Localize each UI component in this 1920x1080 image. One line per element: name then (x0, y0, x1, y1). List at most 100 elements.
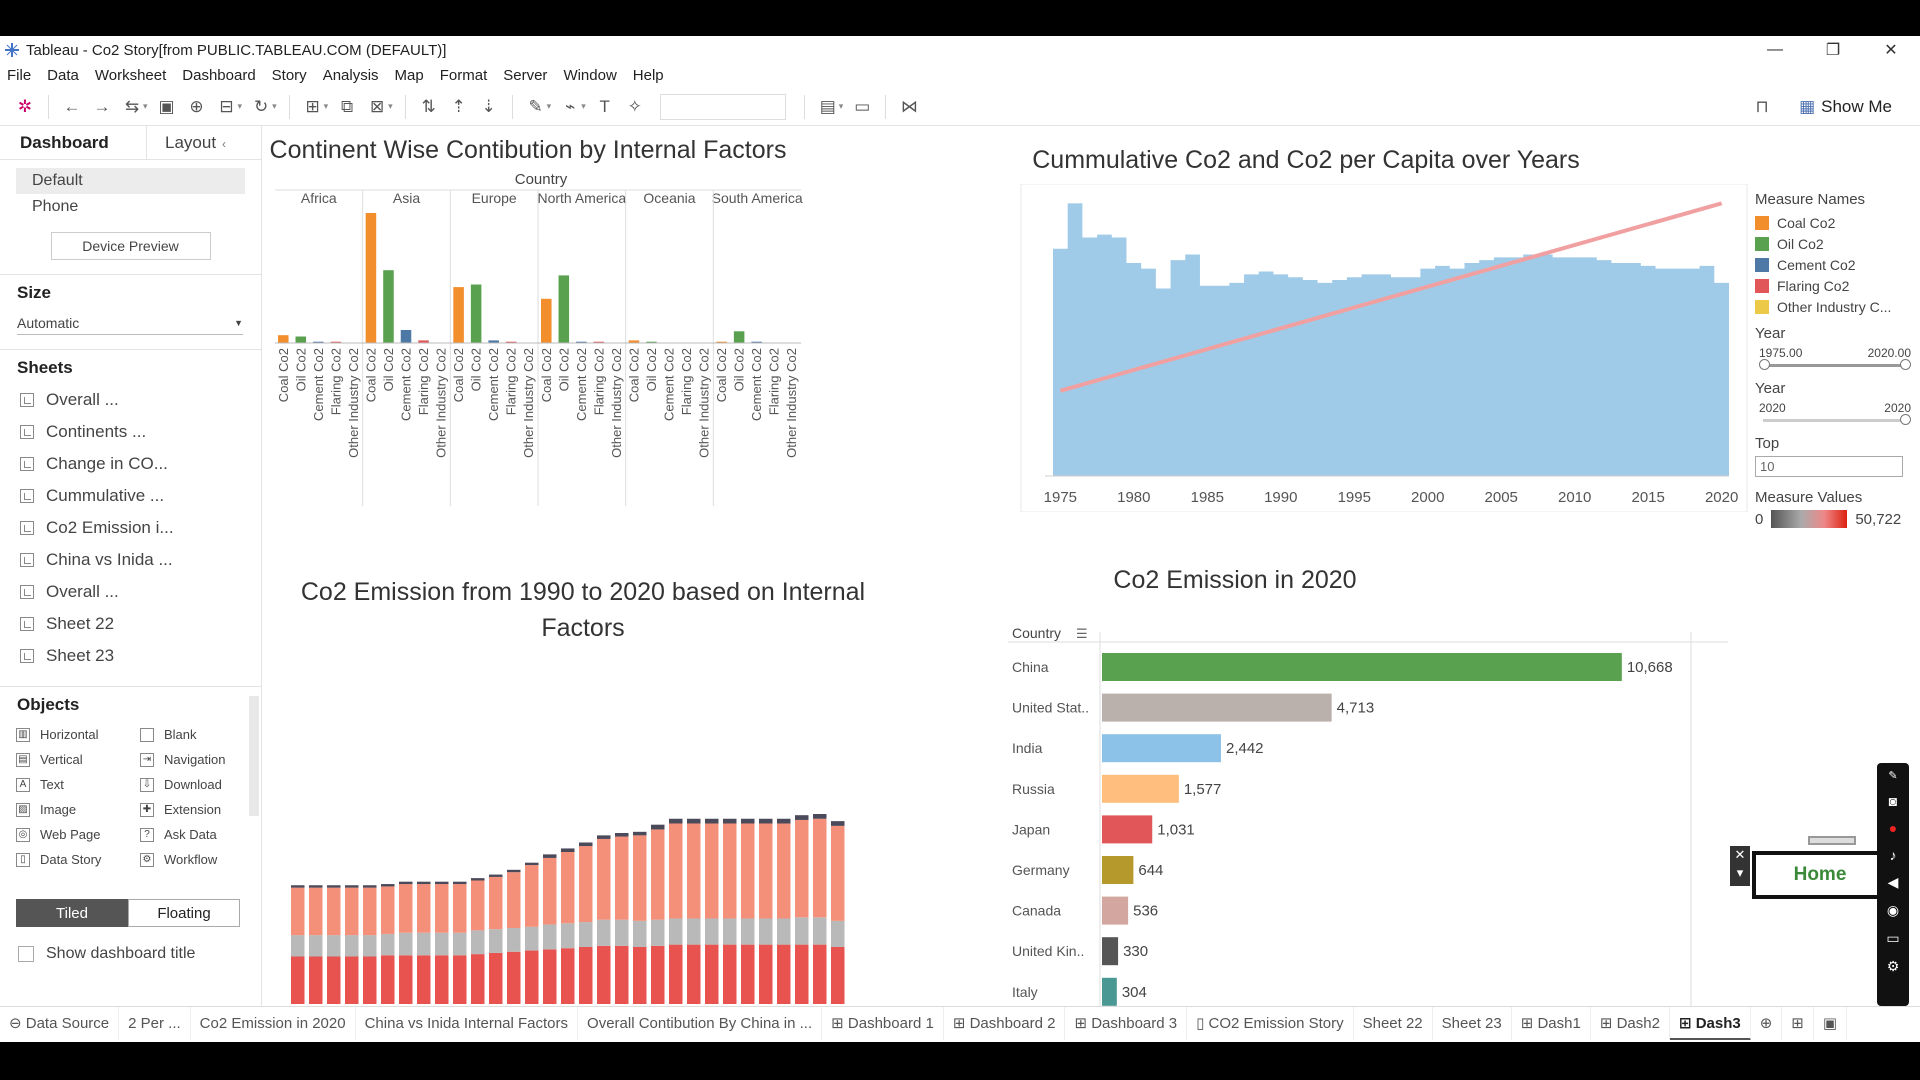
stacked-bar-segment[interactable] (417, 881, 431, 885)
stacked-bar-segment[interactable] (525, 865, 539, 927)
object-extension[interactable]: ✚ Extension (140, 800, 260, 819)
sheet-item[interactable]: Sheet 22 (0, 608, 261, 640)
country-bar[interactable] (1102, 734, 1221, 763)
stacked-bar-segment[interactable] (381, 886, 395, 934)
stacked-bar-segment[interactable] (741, 918, 755, 945)
stacked-bar-segment[interactable] (759, 918, 773, 945)
stacked-bar-segment[interactable] (561, 948, 575, 1004)
stacked-bar-segment[interactable] (579, 947, 593, 1004)
stacked-bar-segment[interactable] (615, 945, 629, 1004)
floating-button[interactable]: Floating (128, 899, 240, 927)
year-range-slider[interactable] (1755, 346, 1915, 374)
stacked-bar-segment[interactable] (417, 955, 431, 1004)
stacked-bar-segment[interactable] (651, 919, 665, 946)
pin-icon[interactable]: ✧ (620, 94, 650, 120)
bar[interactable] (733, 331, 745, 343)
stacked-bar-segment[interactable] (705, 944, 719, 1004)
stacked-bar-segment[interactable] (669, 918, 683, 945)
stacked-bar-segment[interactable] (291, 956, 305, 1005)
object-text[interactable]: A Text (16, 775, 140, 794)
country-bar[interactable] (1102, 693, 1332, 722)
stacked-bar-segment[interactable] (759, 944, 773, 1004)
menu-format[interactable]: Format (433, 67, 497, 84)
presentation-mode-icon[interactable]: ▭ (847, 94, 877, 120)
sheet-item[interactable]: China vs Inida ... (0, 544, 261, 576)
menu-worksheet[interactable]: Worksheet (88, 67, 175, 84)
stacked-bar-segment[interactable] (633, 835, 647, 921)
menu-file[interactable]: File (0, 67, 40, 84)
sheet-tab[interactable]: ⊞ Dash1 (1512, 1007, 1591, 1040)
stacked-bar-segment[interactable] (327, 935, 341, 957)
window-icon[interactable]: ▭ (1886, 930, 1899, 947)
legend-item[interactable]: Cement Co2 (1755, 254, 1915, 275)
record-icon[interactable]: ● (1889, 820, 1897, 836)
slider-handle-max[interactable] (1900, 359, 1911, 370)
menu-help[interactable]: Help (626, 67, 673, 84)
sheet-tab[interactable]: ⊞ Dash3 (1669, 1007, 1751, 1040)
stacked-bar-segment[interactable] (471, 878, 485, 881)
share-icon[interactable]: ⋈ (894, 94, 924, 120)
stacked-bar-segment[interactable] (543, 857, 557, 925)
top-input[interactable]: 10 (1755, 456, 1903, 477)
stacked-bar-segment[interactable] (309, 956, 323, 1005)
country-bar[interactable] (1102, 856, 1134, 884)
stacked-bar-segment[interactable] (813, 818, 827, 918)
swap-icon[interactable]: ⇅ (414, 94, 444, 120)
stacked-bar-segment[interactable] (507, 869, 521, 873)
sheet-item[interactable]: Co2 Emission i... (0, 512, 261, 544)
sheet-tab[interactable]: ⊖ Data Source (0, 1007, 120, 1040)
legend-item[interactable]: Coal Co2 (1755, 212, 1915, 233)
bar[interactable] (278, 335, 289, 343)
show-labels-icon[interactable]: T (590, 94, 620, 120)
stacked-bar-segment[interactable] (741, 823, 755, 919)
tiled-button[interactable]: Tiled (16, 899, 128, 927)
stacked-bar-chart[interactable]: 1990199219941996199820002002200420062008… (271, 736, 861, 1038)
country-bar[interactable] (1102, 815, 1153, 844)
menu-server[interactable]: Server (496, 67, 556, 84)
menu-dashboard[interactable]: Dashboard (175, 67, 264, 84)
stacked-bar-segment[interactable] (687, 818, 701, 824)
stacked-bar-segment[interactable] (795, 815, 809, 820)
legend-item[interactable]: Other Industry C... (1755, 296, 1915, 317)
menu-story[interactable]: Story (265, 67, 316, 84)
stacked-bar-segment[interactable] (669, 818, 683, 824)
device-phone[interactable]: Phone (16, 194, 245, 220)
stacked-bar-segment[interactable] (417, 884, 431, 933)
sheet-item[interactable]: Change in CO... (0, 448, 261, 480)
bar[interactable] (558, 275, 570, 343)
stacked-bar-segment[interactable] (453, 884, 467, 933)
stacked-bar-segment[interactable] (795, 819, 809, 918)
sort-icon[interactable]: ☰ (1076, 626, 1088, 641)
stacked-bar-segment[interactable] (489, 874, 503, 877)
sheet-tab[interactable]: Co2 Emission in 2020 (191, 1007, 356, 1040)
stacked-bar-segment[interactable] (399, 884, 413, 933)
stacked-bar-segment[interactable] (309, 887, 323, 936)
object-ask-data[interactable]: ? Ask Data (140, 825, 260, 844)
slider-handle[interactable] (1900, 414, 1911, 425)
stacked-bar-segment[interactable] (309, 935, 323, 957)
stacked-bar-segment[interactable] (723, 944, 737, 1004)
sheet-tab[interactable]: ▯ CO2 Emission Story (1187, 1007, 1354, 1040)
stacked-bar-segment[interactable] (633, 920, 647, 947)
stacked-bar-segment[interactable] (291, 887, 305, 936)
stacked-bar-segment[interactable] (291, 885, 305, 888)
stacked-bar-segment[interactable] (669, 944, 683, 1004)
menu-map[interactable]: Map (388, 67, 433, 84)
stacked-bar-segment[interactable] (381, 884, 395, 887)
stacked-bar-segment[interactable] (507, 872, 521, 928)
stacked-bar-segment[interactable] (435, 932, 449, 956)
stacked-bar-segment[interactable] (597, 838, 611, 920)
stacked-bar-segment[interactable] (399, 881, 413, 885)
speaker-icon[interactable]: ◀ (1888, 874, 1899, 891)
save-icon[interactable]: ▣ (152, 94, 182, 120)
sheet-tab[interactable]: China vs Inida Internal Factors (356, 1007, 579, 1040)
settings-gear-icon[interactable]: ⚙ (1887, 958, 1900, 975)
stacked-bar-segment[interactable] (435, 884, 449, 933)
stacked-bar-segment[interactable] (345, 956, 359, 1005)
stacked-bar-segment[interactable] (525, 862, 539, 866)
object-image[interactable]: ▨ Image (16, 800, 140, 819)
stacked-bar-segment[interactable] (777, 823, 791, 919)
stacked-bar-segment[interactable] (561, 852, 575, 924)
drag-handle[interactable] (1808, 836, 1856, 845)
stacked-bar-segment[interactable] (399, 955, 413, 1004)
